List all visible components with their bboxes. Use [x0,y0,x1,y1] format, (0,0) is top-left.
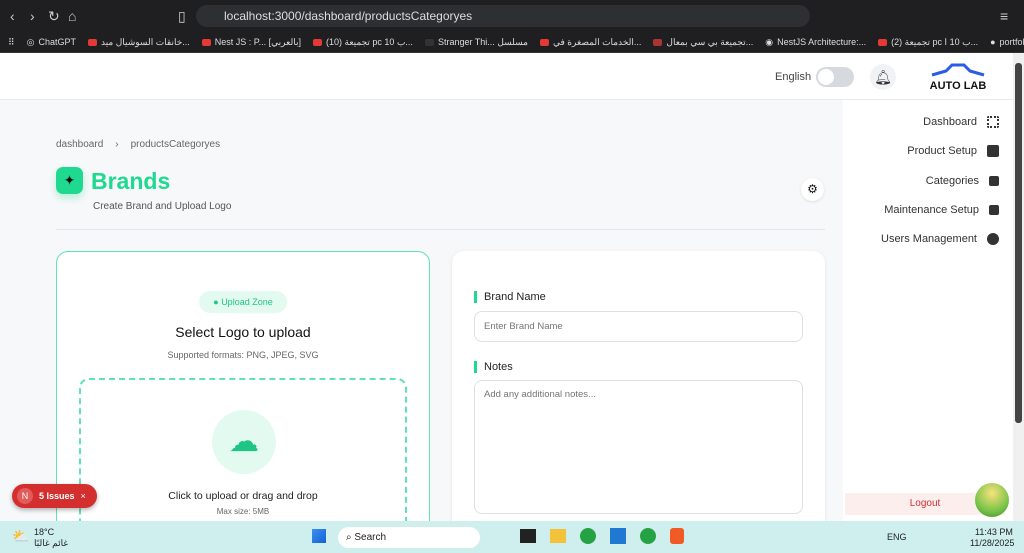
bookmark[interactable]: الخدمات المصغرة في... [540,37,641,48]
upload-title: Select Logo to upload [175,324,311,340]
cloud-upload-icon: ☁ [212,410,276,474]
sidebar-item-label: Users Management [881,233,977,245]
bell-icon[interactable]: 🔔︎ [870,64,896,90]
sidebar-item-label: Dashboard [923,116,977,128]
menu-icon[interactable]: ≡ [1000,8,1008,24]
taskbar-search[interactable]: ⌕ Search [338,527,480,548]
breadcrumb-item[interactable]: dashboard [56,139,103,150]
bookmark-label: ChatGPT [38,37,76,47]
squares-icon [989,176,999,186]
taskbar: ⛅ 18°C غائم غالبًا ⌕ Search ENG 11:43 PM… [0,521,1024,553]
reload-icon[interactable]: ↻ [48,8,60,25]
file-explorer-icon[interactable] [550,529,566,543]
issues-label: 5 Issues [39,491,75,501]
bookmark-label: Nest JS : P... [بالعربي] [214,36,301,47]
app-header: English 🔔︎ AUTO LAB [0,53,1013,100]
weather-text: غائم غالبًا [34,538,69,548]
bookmark[interactable]: ◎ ChatGPT [27,37,76,48]
brand-name-input[interactable] [474,311,803,342]
autolab-logo[interactable]: AUTO LAB [928,63,988,92]
chevron-right-icon: › [115,139,119,150]
apps-icon[interactable]: ⠿ [8,37,15,48]
address-bar[interactable]: localhost:3000/dashboard/productsCategor… [196,5,810,27]
brand-name-label: Brand Name [474,291,546,303]
language-indicator[interactable]: ENG [887,532,907,542]
page-subtitle: Create Brand and Upload Logo [93,201,232,212]
close-icon[interactable]: × [81,491,86,501]
sidebar-item-categories[interactable]: Categories [926,175,999,187]
sidebar-item-dashboard[interactable]: Dashboard [923,116,999,128]
bookmark[interactable]: خانقات السوشيال ميد... [87,36,190,48]
bookmark[interactable]: (10) تجميعة pc ب 10... [312,36,413,48]
upload-formats: Supported formats: PNG, JPEG, SVG [167,350,319,360]
notes-textarea[interactable] [474,380,803,514]
breadcrumb: dashboard › productsCategoryes [56,139,220,150]
forward-icon[interactable]: › [30,8,35,24]
weather-icon: ⛅ [12,528,30,544]
upload-zone-badge: ● Upload Zone [199,291,287,313]
vscode-icon[interactable] [610,528,626,544]
language-toggle[interactable] [816,67,854,87]
next-logo-icon: N [17,488,33,504]
bookmark-label: NestJS Architecture:... [777,37,867,47]
logout-label: Logout [909,498,941,509]
user-avatar[interactable] [975,483,1009,517]
sidebar: Dashboard Product Setup Categories Maint… [843,100,1013,521]
brave-icon[interactable] [670,528,684,544]
upload-card: ● Upload Zone Select Logo to upload Supp… [56,251,430,548]
squares-icon [989,205,999,215]
bookmark-label: تجميعة بي سي بمعال... [666,36,754,47]
notes-label: Notes [474,361,513,373]
clock-time[interactable]: 11:43 PM [975,527,1013,537]
bookmark[interactable]: Stranger Thi... مسلسل [424,36,528,48]
bookmark[interactable]: ● portfolio 5 [990,37,1024,47]
dropzone-text: Click to upload or drag and drop [168,490,318,502]
sidebar-item-label: Categories [925,175,979,187]
breadcrumb-item: productsCategoryes [130,139,221,150]
windows-start-icon[interactable] [312,529,326,543]
bookmark-icon[interactable]: ▯ [178,8,186,25]
url-text: localhost:3000/dashboard/productsCategor… [224,9,473,23]
back-icon[interactable]: ‹ [10,8,15,24]
whatsapp-icon[interactable] [640,528,656,544]
bookmark-label: portfolio 5 [999,37,1024,47]
whatsapp-icon[interactable] [580,528,596,544]
sidebar-item-users-management[interactable]: Users Management [881,233,999,245]
bookmark-label: خانقات السوشيال ميد... [100,36,190,47]
bookmark[interactable]: Nest JS : P... [بالعربي] [201,36,301,48]
search-label: Search [354,532,387,543]
sidebar-item-label: Product Setup [907,145,977,157]
bookmark-label: (2) تجميعة pc ب 10 ا... [891,36,979,47]
bookmark-label: الخدمات المصغرة في... [553,36,642,47]
max-size-text: Max size: 5MB [216,507,270,516]
bookmark-label: Stranger Thi... مسلسل [437,36,528,47]
page-scrollbar[interactable] [1013,53,1024,521]
bookmark-label: (10) تجميعة pc ب 10... [325,36,413,47]
sidebar-item-label: Maintenance Setup [884,204,979,216]
brand-form-card: Brand Name Notes [452,251,825,541]
logo-text: AUTO LAB [929,80,987,92]
sidebar-item-maintenance-setup[interactable]: Maintenance Setup [884,204,999,216]
browser-toolbar: ‹ › ↻ ⌂ ▯ localhost:3000/dashboard/produ… [0,0,1024,32]
users-icon [987,233,999,245]
page-title: Brands [91,168,171,194]
issues-badge[interactable]: N 5 Issues × [12,484,97,508]
bookmark[interactable]: (2) تجميعة pc ب 10 ا... [878,37,978,48]
divider [56,229,825,230]
bookmark[interactable]: تجميعة بي سي بمعال... [653,37,753,48]
grid-icon [987,116,999,128]
sidebar-item-product-setup[interactable]: Product Setup [907,145,999,157]
settings-gear-icon[interactable]: ⚙ [801,178,824,201]
bookmarks-bar: ⠿ ◎ ChatGPT خانقات السوشيال ميد... Nest … [0,32,1024,53]
language-label: English [775,71,812,83]
sparkle-icon: ✦ [56,167,83,194]
terminal-icon[interactable] [520,529,536,543]
badge-label: Upload Zone [221,297,273,307]
clock-date[interactable]: 11/28/2025 [970,538,1014,548]
home-icon[interactable]: ⌂ [68,8,76,24]
bookmark[interactable]: ◉ NestJS Architecture:... [765,37,866,48]
temperature: 18°C [34,527,55,537]
box-icon [987,145,999,157]
